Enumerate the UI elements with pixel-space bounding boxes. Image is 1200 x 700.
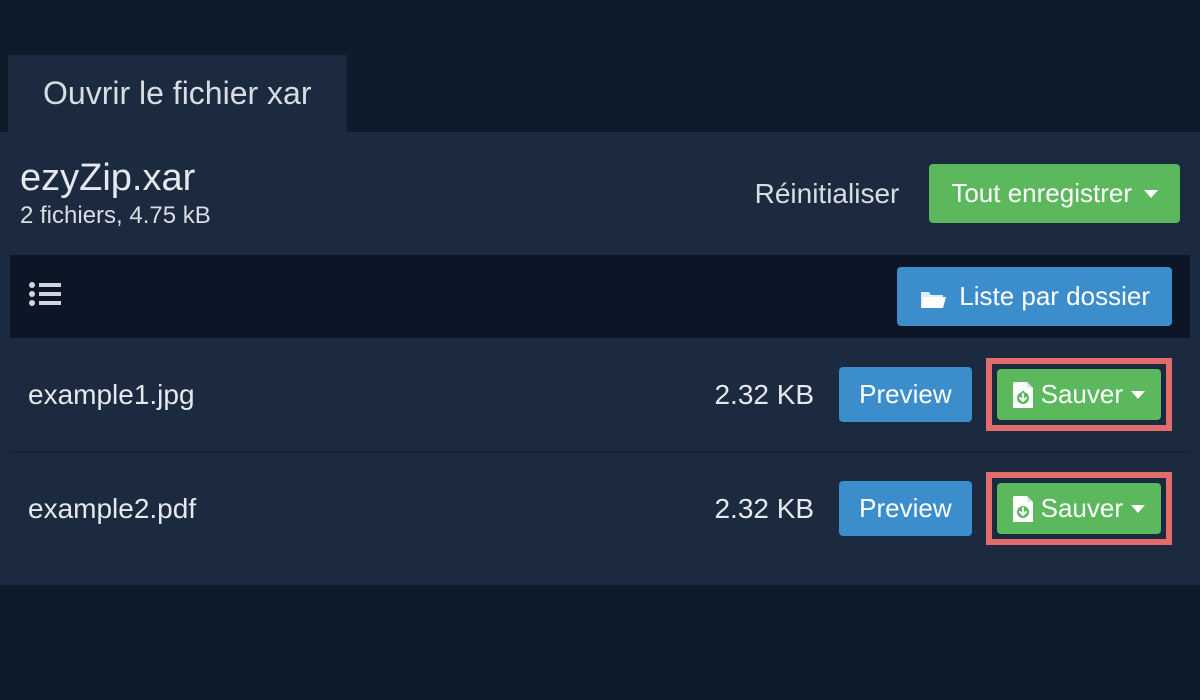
- file-info: ezyZip.xar 2 fichiers, 4.75 kB: [20, 157, 211, 230]
- row-actions: Preview Sauver: [839, 472, 1172, 545]
- row-actions: Preview Sauver: [839, 358, 1172, 431]
- file-name: example1.jpg: [28, 379, 714, 411]
- preview-label: Preview: [859, 379, 951, 410]
- save-label: Sauver: [1041, 379, 1123, 410]
- save-button[interactable]: Sauver: [997, 483, 1161, 534]
- folder-list-button[interactable]: Liste par dossier: [897, 267, 1172, 326]
- caret-down-icon: [1144, 190, 1158, 198]
- file-size: 2.32 KB: [714, 493, 814, 525]
- save-all-button[interactable]: Tout enregistrer: [929, 164, 1180, 223]
- highlight-box: Sauver: [986, 358, 1172, 431]
- caret-down-icon: [1131, 505, 1145, 513]
- archive-filename: ezyZip.xar: [20, 157, 211, 200]
- file-row: example2.pdf 2.32 KB Preview Sauver: [10, 452, 1190, 565]
- folder-list-label: Liste par dossier: [959, 281, 1150, 312]
- save-button[interactable]: Sauver: [997, 369, 1161, 420]
- preview-label: Preview: [859, 493, 951, 524]
- toolbar: Liste par dossier: [10, 255, 1190, 338]
- tab-open-file[interactable]: Ouvrir le fichier xar: [8, 55, 347, 132]
- list-icon[interactable]: [28, 280, 62, 313]
- tab-label: Ouvrir le fichier xar: [43, 75, 312, 111]
- file-download-icon: [1013, 382, 1033, 408]
- file-size: 2.32 KB: [714, 379, 814, 411]
- archive-subline: 2 fichiers, 4.75 kB: [20, 202, 211, 230]
- preview-button[interactable]: Preview: [839, 367, 971, 422]
- file-header: ezyZip.xar 2 fichiers, 4.75 kB Réinitial…: [10, 142, 1190, 255]
- save-all-label: Tout enregistrer: [951, 178, 1132, 209]
- caret-down-icon: [1131, 391, 1145, 399]
- file-download-icon: [1013, 496, 1033, 522]
- reset-button[interactable]: Réinitialiser: [755, 178, 900, 210]
- main-content: ezyZip.xar 2 fichiers, 4.75 kB Réinitial…: [0, 132, 1200, 585]
- folder-open-icon: [919, 286, 947, 308]
- save-label: Sauver: [1041, 493, 1123, 524]
- header-actions: Réinitialiser Tout enregistrer: [755, 164, 1180, 223]
- file-row: example1.jpg 2.32 KB Preview: [10, 338, 1190, 452]
- preview-button[interactable]: Preview: [839, 481, 971, 536]
- tab-bar: Ouvrir le fichier xar: [0, 0, 1200, 132]
- highlight-box: Sauver: [986, 472, 1172, 545]
- file-name: example2.pdf: [28, 493, 714, 525]
